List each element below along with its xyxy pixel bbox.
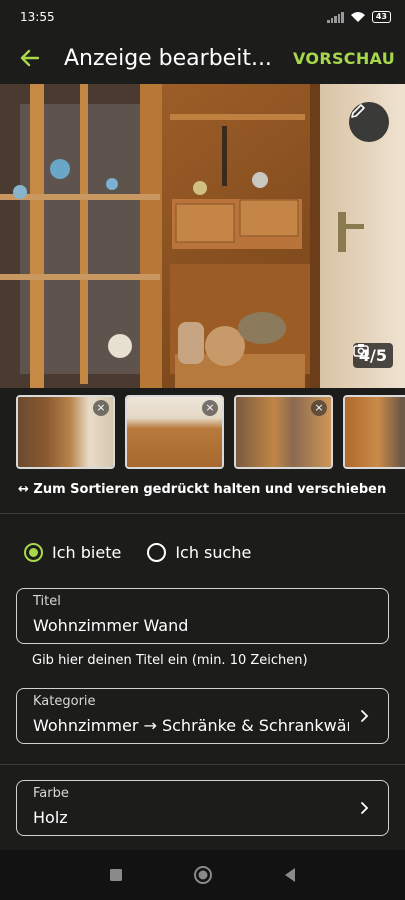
radio-unselected-icon: [147, 543, 167, 562]
title-field-label: Titel: [33, 594, 61, 609]
radio-selected-icon: [24, 543, 43, 562]
thumbnail[interactable]: ×: [125, 395, 224, 469]
remove-thumbnail-icon[interactable]: ×: [202, 400, 218, 416]
radio-search[interactable]: Ich suche: [147, 543, 251, 562]
remove-thumbnail-icon[interactable]: ×: [93, 400, 109, 416]
signal-icon: [327, 11, 344, 23]
title-field[interactable]: Titel Wohnzimmer Wand: [16, 588, 389, 644]
category-field-label: Kategorie: [33, 694, 96, 709]
status-icons: 43: [327, 11, 391, 23]
thumbnail-strip: × × × ×: [16, 395, 405, 471]
divider: [0, 513, 405, 514]
edit-photo-button[interactable]: [349, 102, 389, 142]
chevron-right-icon: [361, 710, 369, 722]
sort-hint: ↔ Zum Sortieren gedrückt halten und vers…: [18, 482, 387, 497]
preview-button[interactable]: VORSCHAU: [293, 49, 395, 68]
photo-counter: 4/5: [352, 343, 393, 368]
radio-offer-label: Ich biete: [52, 543, 122, 562]
app-bar: Anzeige bearbeit... VORSCHAU: [0, 34, 405, 82]
color-field-label: Farbe: [33, 786, 69, 801]
status-bar: 13:55 43: [0, 0, 405, 34]
thumbnail-image: [345, 397, 405, 467]
chevron-right-icon: [361, 802, 369, 814]
cabinet-photo: [0, 84, 405, 388]
thumbnail[interactable]: ×: [343, 395, 405, 469]
back-nav-icon[interactable]: [283, 867, 297, 883]
wifi-icon: [350, 12, 365, 22]
page-title: Anzeige bearbeit...: [64, 45, 272, 71]
pencil-icon: [351, 104, 365, 118]
main-photo[interactable]: 4/5: [0, 84, 405, 388]
thumbnail[interactable]: ×: [16, 395, 115, 469]
radio-offer[interactable]: Ich biete: [24, 543, 121, 562]
title-helper-text: Gib hier deinen Titel ein (min. 10 Zeich…: [32, 653, 308, 668]
offer-type-group: Ich biete Ich suche: [24, 543, 251, 562]
remove-thumbnail-icon[interactable]: ×: [311, 400, 327, 416]
arrow-left-icon: [20, 49, 39, 67]
category-field[interactable]: Kategorie Wohnzimmer → Schränke & Schran…: [16, 688, 389, 744]
battery-icon: 43: [371, 11, 391, 23]
divider: [0, 764, 405, 765]
system-nav-bar: [0, 850, 405, 900]
title-input[interactable]: Wohnzimmer Wand: [33, 616, 349, 635]
thumbnail[interactable]: ×: [234, 395, 333, 469]
color-value: Holz: [33, 808, 68, 827]
recents-icon[interactable]: [109, 868, 123, 882]
back-button[interactable]: [16, 45, 42, 71]
camera-icon: [353, 344, 369, 357]
category-value: Wohnzimmer → Schränke & Schrankwände: [33, 716, 349, 735]
color-field[interactable]: Farbe Holz: [16, 780, 389, 836]
status-time: 13:55: [20, 10, 55, 24]
radio-search-label: Ich suche: [175, 543, 252, 562]
home-icon[interactable]: [193, 865, 213, 885]
